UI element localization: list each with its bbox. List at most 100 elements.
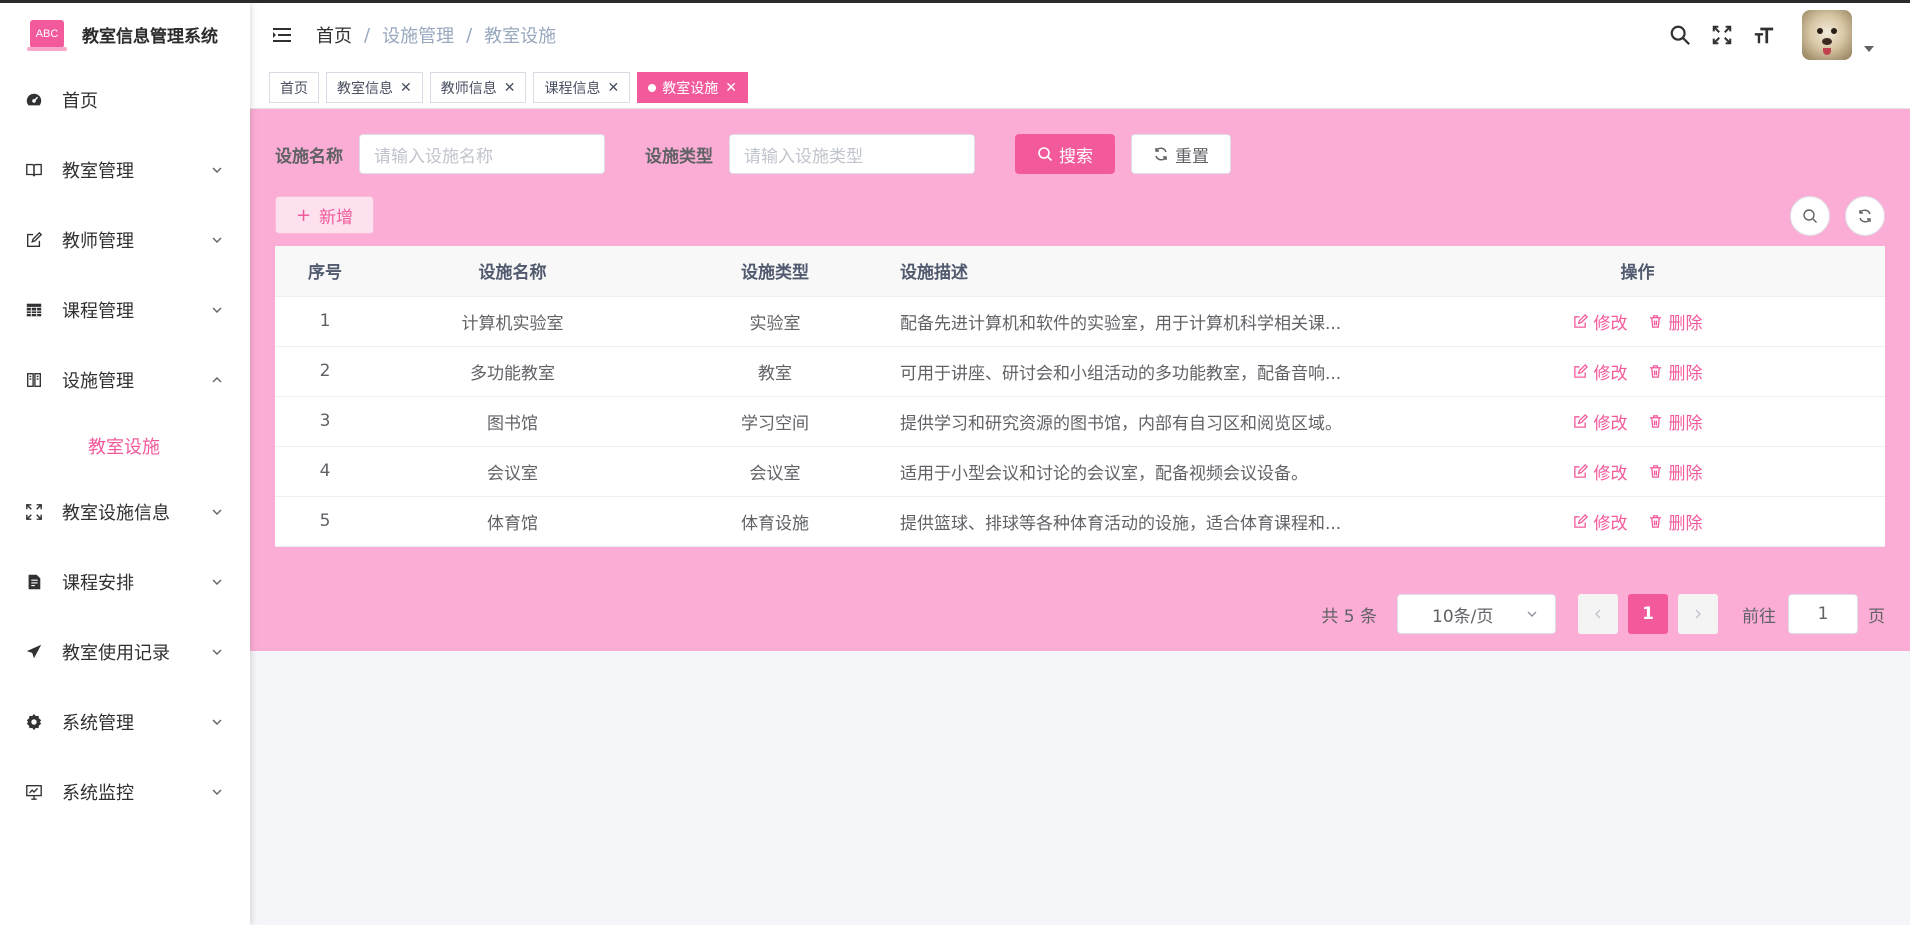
breadcrumb-level2: 教室设施 — [484, 26, 557, 47]
sidebar-item-course-schedule[interactable]: 课程安排 — [0, 547, 250, 617]
facility-name-label: 设施名称 — [275, 146, 343, 167]
sidebar-item-facility-info[interactable]: 教室设施信息 — [0, 477, 250, 547]
delete-button[interactable]: 删除 — [1648, 309, 1703, 334]
close-icon[interactable]: ✕ — [725, 80, 737, 96]
edit-button[interactable]: 修改 — [1573, 509, 1628, 534]
facility-table: 序号 设施名称 设施类型 设施描述 操作 1 计算机实验室 实验室 配备先进计算… — [275, 246, 1885, 547]
close-icon[interactable]: ✕ — [504, 80, 516, 96]
search-icon — [1803, 209, 1817, 223]
gear-icon — [24, 712, 44, 732]
tag-label: 课程信息 — [544, 80, 601, 97]
caret-down-icon[interactable] — [1864, 46, 1874, 52]
sidebar-item-teacher-mgmt[interactable]: 教师管理 — [0, 205, 250, 275]
sidebar-item-course-mgmt[interactable]: 课程管理 — [0, 275, 250, 345]
table-row: 3 图书馆 学习空间 提供学习和研究资源的图书馆，内部有自习区和阅览区域。 修改… — [275, 396, 1885, 447]
tag-teacher-info[interactable]: 教师信息 ✕ — [429, 72, 527, 103]
main-panel: 设施名称 请输入设施名称 设施类型 请输入设施类型 搜索 重置 + 新增 序号 … — [250, 109, 1910, 651]
delete-button[interactable]: 删除 — [1648, 409, 1703, 434]
sidebar-subitem-classroom-facility[interactable]: 教室设施 — [0, 415, 250, 477]
cell-actions: 修改 删除 — [1390, 346, 1885, 397]
chevron-down-icon — [212, 307, 222, 313]
app-title: 教室信息管理系统 — [82, 26, 218, 47]
sidebar-item-label: 系统管理 — [62, 713, 134, 734]
sidebar-item-system-monitor[interactable]: 系统监控 — [0, 757, 250, 827]
tag-classroom-facility[interactable]: 教室设施 ✕ — [637, 72, 748, 103]
tag-label: 教室信息 — [337, 80, 393, 97]
next-page-button[interactable] — [1678, 594, 1718, 634]
cell-actions: 修改 删除 — [1390, 396, 1885, 447]
chevron-down-icon — [212, 719, 222, 725]
breadcrumb-home[interactable]: 首页 — [316, 22, 352, 48]
delete-button[interactable]: 删除 — [1648, 459, 1703, 484]
refresh-button[interactable] — [1845, 196, 1885, 236]
cell-actions: 修改 删除 — [1390, 446, 1885, 497]
tag-home[interactable]: 首页 — [269, 72, 319, 103]
search-button[interactable]: 搜索 — [1015, 134, 1115, 174]
header-desc: 设施描述 — [900, 246, 1390, 297]
chevron-down-icon — [212, 167, 222, 173]
close-icon[interactable]: ✕ — [607, 80, 619, 96]
delete-button[interactable]: 删除 — [1648, 509, 1703, 534]
avatar[interactable] — [1802, 10, 1852, 60]
goto-page-input[interactable]: 1 — [1788, 594, 1858, 634]
tag-course-info[interactable]: 课程信息 ✕ — [533, 72, 631, 103]
cell-no: 1 — [275, 296, 375, 347]
search-icon[interactable] — [1668, 23, 1692, 47]
tag-classroom-info[interactable]: 教室信息 ✕ — [326, 72, 423, 103]
sidebar-item-facility-mgmt[interactable]: 设施管理 — [0, 345, 250, 415]
cell-no: 3 — [275, 396, 375, 447]
chevron-down-icon — [212, 237, 222, 243]
edit-label: 修改 — [1593, 513, 1628, 534]
sidebar-item-usage-records[interactable]: 教室使用记录 — [0, 617, 250, 687]
edit-icon — [1573, 413, 1588, 428]
sidebar-item-label: 教师管理 — [62, 231, 134, 252]
edit-icon — [24, 230, 44, 250]
table-row: 1 计算机实验室 实验室 配备先进计算机和软件的实验室，用于计算机科学相关课..… — [275, 296, 1885, 347]
chevron-down-icon — [212, 649, 222, 655]
goto-prefix: 前往 — [1742, 606, 1776, 627]
edit-icon — [1573, 313, 1588, 328]
chevron-up-icon — [212, 377, 222, 383]
prev-page-button[interactable] — [1578, 594, 1618, 634]
page-size-select[interactable]: 10条/页 — [1397, 594, 1556, 634]
chevron-right-icon — [1695, 609, 1701, 619]
fullscreen-icon[interactable] — [1710, 23, 1734, 47]
sidebar-item-home[interactable]: 首页 — [0, 65, 250, 135]
delete-label: 删除 — [1668, 513, 1703, 534]
tags-view: 首页 教室信息 ✕ 教师信息 ✕ 课程信息 ✕ 教室设施 ✕ — [250, 67, 1910, 109]
breadcrumb-separator: / — [364, 24, 371, 46]
delete-label: 删除 — [1668, 463, 1703, 484]
sidebar-item-classroom-mgmt[interactable]: 教室管理 — [0, 135, 250, 205]
reset-button[interactable]: 重置 — [1131, 134, 1231, 174]
close-icon[interactable]: ✕ — [400, 80, 412, 96]
page-number-button[interactable]: 1 — [1628, 594, 1668, 634]
logo-icon: ABC — [27, 20, 67, 51]
cell-desc: 提供篮球、排球等各种体育活动的设施，适合体育课程和... — [900, 496, 1390, 547]
sidebar-item-system-mgmt[interactable]: 系统管理 — [0, 687, 250, 757]
table-row: 2 多功能教室 教室 可用于讲座、研讨会和小组活动的多功能教室，配备音响... … — [275, 346, 1885, 397]
edit-button[interactable]: 修改 — [1573, 409, 1628, 434]
header-no: 序号 — [275, 246, 375, 297]
header-type: 设施类型 — [650, 246, 900, 297]
edit-icon — [1573, 363, 1588, 378]
facility-type-input[interactable]: 请输入设施类型 — [729, 134, 975, 174]
tag-label: 教室设施 — [662, 80, 719, 97]
add-button[interactable]: + 新增 — [275, 196, 374, 234]
tag-label: 教师信息 — [440, 80, 497, 97]
dashboard-icon — [24, 90, 44, 110]
cell-name: 多功能教室 — [375, 346, 650, 397]
facility-name-input[interactable]: 请输入设施名称 — [359, 134, 605, 174]
cell-desc: 适用于小型会议和讨论的会议室，配备视频会议设备。 — [900, 446, 1390, 497]
search-icon — [1038, 147, 1053, 162]
toggle-search-button[interactable] — [1790, 196, 1830, 236]
font-size-icon[interactable] — [1752, 23, 1776, 47]
logo-area[interactable]: ABC 教室信息管理系统 — [0, 3, 250, 65]
delete-button[interactable]: 删除 — [1648, 359, 1703, 384]
edit-icon — [1573, 513, 1588, 528]
hamburger-icon[interactable] — [272, 24, 294, 46]
table-header-row: 序号 设施名称 设施类型 设施描述 操作 — [275, 246, 1885, 297]
edit-button[interactable]: 修改 — [1573, 359, 1628, 384]
table-row: 4 会议室 会议室 适用于小型会议和讨论的会议室，配备视频会议设备。 修改 删除 — [275, 446, 1885, 497]
edit-button[interactable]: 修改 — [1573, 309, 1628, 334]
edit-button[interactable]: 修改 — [1573, 459, 1628, 484]
